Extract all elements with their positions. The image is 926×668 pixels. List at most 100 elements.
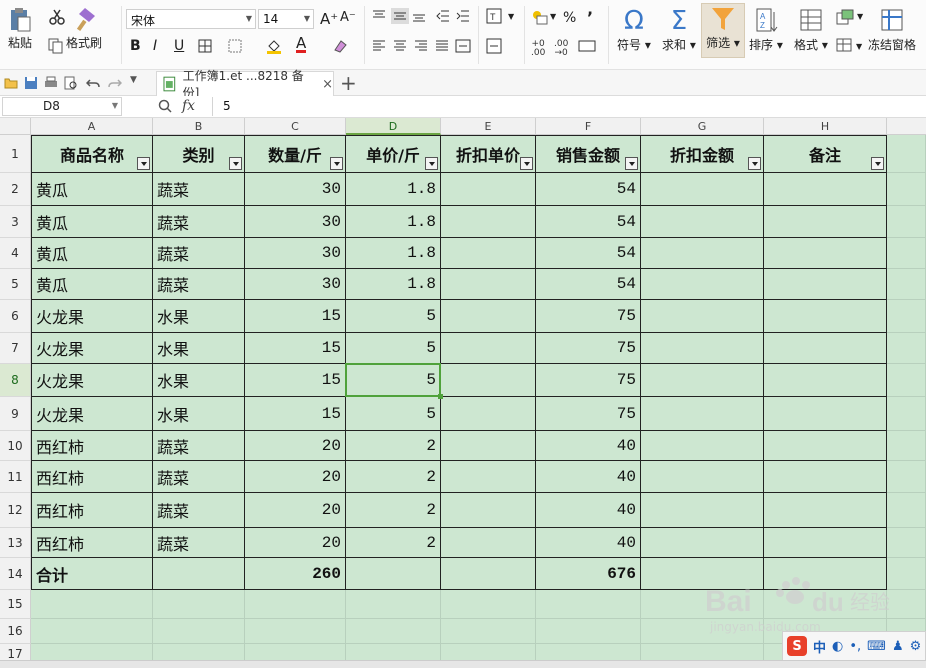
- align-top-icon[interactable]: [372, 10, 386, 22]
- table-cell[interactable]: [764, 461, 887, 493]
- table-cell[interactable]: 黄瓜: [31, 238, 153, 269]
- header-cell[interactable]: 备注: [764, 135, 887, 173]
- font-shrink-button[interactable]: A⁻: [340, 10, 356, 25]
- column-header-a[interactable]: A: [31, 118, 153, 135]
- distribute-icon[interactable]: [455, 39, 471, 53]
- table-cell[interactable]: 黄瓜: [31, 269, 153, 300]
- table-cell[interactable]: 75: [536, 300, 641, 333]
- table-cell[interactable]: 火龙果: [31, 397, 153, 431]
- table-cell[interactable]: [641, 461, 764, 493]
- table-cell[interactable]: [764, 333, 887, 364]
- table-cell[interactable]: 蔬菜: [153, 461, 245, 493]
- table-cell[interactable]: 40: [536, 493, 641, 528]
- table-cell[interactable]: 5: [346, 397, 441, 431]
- row-header-6[interactable]: 6: [0, 300, 31, 333]
- empty-cell[interactable]: [887, 431, 926, 461]
- empty-cell[interactable]: [887, 206, 926, 238]
- wrap-text-icon[interactable]: T: [486, 8, 504, 24]
- table-cell[interactable]: 2: [346, 493, 441, 528]
- total-cell[interactable]: [441, 558, 536, 590]
- merge-cells-icon[interactable]: [486, 38, 504, 54]
- border-icon[interactable]: [198, 39, 214, 53]
- table-cell[interactable]: 火龙果: [31, 333, 153, 364]
- row-header-4[interactable]: 4: [0, 238, 31, 269]
- row-header-10[interactable]: 10: [0, 431, 31, 461]
- tab-document[interactable]: 工作簿1.et ...8218 备份] ×: [156, 69, 334, 100]
- empty-cell[interactable]: [153, 590, 245, 619]
- table-cell[interactable]: [641, 397, 764, 431]
- ime-language-toggle[interactable]: 中: [813, 637, 826, 656]
- row-header-1[interactable]: 1: [0, 135, 31, 173]
- empty-cell[interactable]: [887, 333, 926, 364]
- table-cell[interactable]: 西红柿: [31, 493, 153, 528]
- format-painter-button[interactable]: 格式刷: [66, 6, 102, 51]
- name-box[interactable]: D8 ▼: [2, 97, 122, 116]
- table-cell[interactable]: [641, 493, 764, 528]
- filter-dropdown-icon[interactable]: [137, 157, 150, 170]
- table-cell[interactable]: [441, 364, 536, 397]
- table-cell[interactable]: [641, 528, 764, 558]
- increase-decimal-button[interactable]: +0.00: [531, 40, 545, 58]
- cell-style-icon[interactable]: [228, 39, 244, 53]
- table-cell[interactable]: [764, 206, 887, 238]
- empty-cell[interactable]: [887, 173, 926, 206]
- empty-cell[interactable]: [536, 590, 641, 619]
- table-cell[interactable]: 水果: [153, 333, 245, 364]
- table-cell[interactable]: [764, 397, 887, 431]
- table-cell[interactable]: [441, 238, 536, 269]
- total-cell[interactable]: [153, 558, 245, 590]
- table-cell[interactable]: 蔬菜: [153, 269, 245, 300]
- row-header-7[interactable]: 7: [0, 333, 31, 364]
- table-cell[interactable]: 15: [245, 397, 346, 431]
- zoom-icon[interactable]: [158, 99, 173, 114]
- header-cell[interactable]: 数量/斤: [245, 135, 346, 173]
- table-cell[interactable]: [764, 238, 887, 269]
- table-cell[interactable]: 5: [346, 300, 441, 333]
- empty-cell[interactable]: [887, 397, 926, 431]
- worksheet-icon[interactable]: [836, 38, 854, 52]
- font-grow-button[interactable]: A⁺: [320, 10, 338, 28]
- table-cell[interactable]: [641, 364, 764, 397]
- decrease-decimal-button[interactable]: .00 →0: [554, 40, 568, 58]
- table-cell[interactable]: [764, 269, 887, 300]
- total-cell[interactable]: 676: [536, 558, 641, 590]
- table-cell[interactable]: 75: [536, 333, 641, 364]
- empty-cell[interactable]: [887, 135, 926, 173]
- table-cell[interactable]: 54: [536, 269, 641, 300]
- filter-dropdown-icon[interactable]: [748, 157, 761, 170]
- table-cell[interactable]: 蔬菜: [153, 238, 245, 269]
- chevron-down-icon[interactable]: ▼: [130, 75, 144, 89]
- convert-icon[interactable]: [578, 40, 596, 52]
- empty-cell[interactable]: [887, 461, 926, 493]
- table-cell[interactable]: [641, 173, 764, 206]
- table-cell[interactable]: 西红柿: [31, 461, 153, 493]
- table-cell[interactable]: [441, 206, 536, 238]
- table-cell[interactable]: [764, 528, 887, 558]
- table-cell[interactable]: 黄瓜: [31, 206, 153, 238]
- row-col-icon[interactable]: [836, 9, 856, 25]
- table-cell[interactable]: [441, 397, 536, 431]
- half-width-icon[interactable]: ◐: [832, 639, 843, 654]
- table-cell[interactable]: [764, 173, 887, 206]
- table-cell[interactable]: 75: [536, 397, 641, 431]
- row-header-16[interactable]: 16: [0, 619, 31, 644]
- table-cell[interactable]: 水果: [153, 364, 245, 397]
- table-cell[interactable]: [641, 333, 764, 364]
- filter-dropdown-icon[interactable]: [520, 157, 533, 170]
- row-header-13[interactable]: 13: [0, 528, 31, 558]
- table-cell[interactable]: 40: [536, 461, 641, 493]
- italic-button[interactable]: I: [153, 38, 157, 54]
- table-cell[interactable]: 水果: [153, 397, 245, 431]
- underline-button[interactable]: U: [174, 38, 184, 54]
- table-cell[interactable]: 30: [245, 269, 346, 300]
- table-cell[interactable]: 54: [536, 238, 641, 269]
- table-cell[interactable]: [764, 364, 887, 397]
- table-cell[interactable]: 15: [245, 364, 346, 397]
- symbol-button[interactable]: Ω 符号 ▾: [617, 6, 651, 53]
- empty-cell[interactable]: [31, 590, 153, 619]
- table-cell[interactable]: [441, 493, 536, 528]
- table-cell[interactable]: 54: [536, 173, 641, 206]
- bold-button[interactable]: B: [130, 38, 141, 54]
- clear-format-icon[interactable]: [332, 38, 348, 54]
- column-header-e[interactable]: E: [441, 118, 536, 135]
